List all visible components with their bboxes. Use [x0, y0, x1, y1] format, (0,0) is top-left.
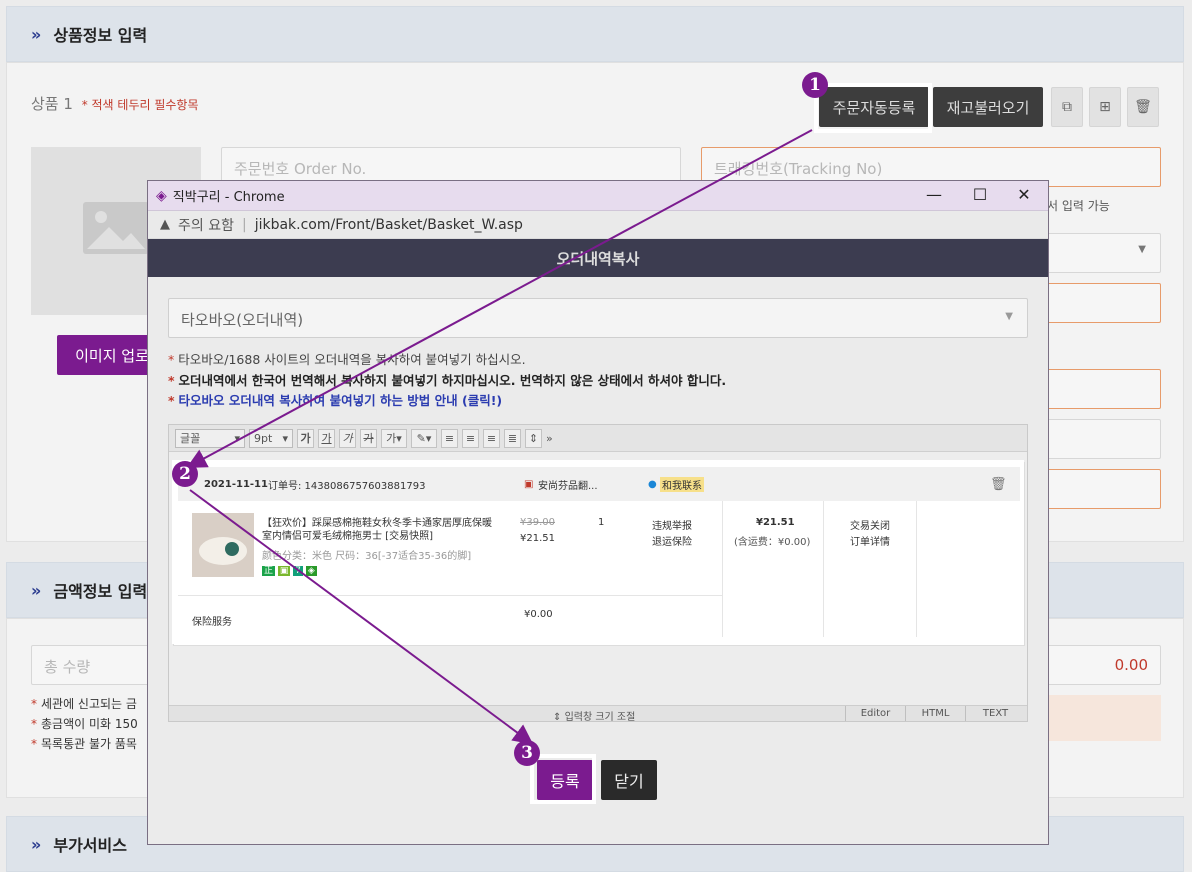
step-1-badge: 1: [802, 72, 828, 98]
chevron-down-icon: ▼: [1138, 244, 1146, 255]
amount-note-1: * 세관에 신고되는 금: [31, 697, 137, 711]
chevron-down-icon: ▼: [1005, 311, 1013, 322]
line-height-icon[interactable]: ⇕: [525, 428, 542, 448]
close-icon[interactable]: ✕: [1014, 185, 1034, 204]
url-text: jikbak.com/Front/Basket/Basket_W.asp: [254, 216, 523, 233]
amount-note-2: * 총금액이 미화 150: [31, 717, 138, 731]
product-label: 상품 1 * 적색 테두리 필수항목: [31, 95, 199, 113]
align-right-icon[interactable]: ≡: [483, 428, 500, 448]
amount-notice-box: [1047, 695, 1161, 741]
minimize-icon[interactable]: —: [924, 185, 944, 204]
italic-button[interactable]: 가: [339, 428, 356, 448]
maximize-icon[interactable]: ☐: [970, 185, 990, 204]
highlight-button[interactable]: ✎▾: [411, 428, 437, 448]
close-button[interactable]: 닫기: [601, 760, 657, 800]
highlight-frame-submit: [530, 754, 596, 804]
font-select[interactable]: 글꼴 ▾: [175, 428, 245, 448]
source-select[interactable]: 타오바오(오더내역) ▼: [168, 298, 1028, 338]
underline-button[interactable]: 가: [318, 428, 335, 448]
warning-icon: ▲: [160, 217, 170, 232]
highlight-frame-auto-order: [814, 83, 932, 133]
size-select[interactable]: 9pt ▾: [249, 428, 293, 448]
note-copy-paste: * 타오바오/1688 사이트의 오더내역을 복사하여 붙여넣기 하십시오.: [168, 352, 526, 367]
font-color-button[interactable]: 가▾: [381, 428, 407, 448]
step-3-badge: 3: [514, 740, 540, 766]
security-label: 주의 요함: [178, 217, 234, 234]
section-header-product-info: » 상품정보 입력: [6, 6, 1184, 62]
input-field-4[interactable]: [1047, 469, 1161, 509]
section-title: 부가서비스: [53, 836, 127, 855]
section-title: 금액정보 입력: [53, 582, 148, 601]
app-icon: ◈: [156, 187, 167, 204]
add-icon[interactable]: ⊞: [1089, 87, 1121, 127]
editor-toolbar: 글꼴 ▾ 9pt ▾ 가 가 가 가 가▾ ✎▾ ≡ ≡ ≡ ≣ ⇕ »: [169, 425, 1027, 452]
more-icon[interactable]: »: [546, 432, 553, 445]
tab-html[interactable]: HTML: [905, 706, 965, 721]
copy-icon[interactable]: ⧉: [1051, 87, 1083, 127]
tracking-hint: 서 입력 가능: [1047, 199, 1110, 213]
strike-button[interactable]: 가: [360, 428, 377, 448]
tab-editor[interactable]: Editor: [845, 706, 905, 721]
align-justify-icon[interactable]: ≣: [504, 428, 521, 448]
input-field-3[interactable]: [1047, 419, 1161, 459]
bold-button[interactable]: 가: [297, 428, 314, 448]
address-bar[interactable]: ▲ 주의 요함 | jikbak.com/Front/Basket/Basket…: [148, 211, 1048, 239]
step-2-badge: 2: [172, 461, 198, 487]
input-field-1[interactable]: [1047, 283, 1161, 323]
align-left-icon[interactable]: ≡: [441, 428, 458, 448]
double-chevron-icon: »: [31, 24, 41, 44]
amount-note-3: * 목록통관 불가 품목: [31, 737, 137, 751]
note-no-translate: * 오더내역에서 한국어 번역해서 복사하지 붙여넣기 하지마십시오. 번역하지 …: [168, 373, 727, 388]
guide-link[interactable]: * 타오바오 오더내역 복사하여 붙여넣기 하는 방법 안내 (클릭!): [168, 390, 502, 409]
editor-footer: ⇕ 입력창 크기 조절 Editor HTML TEXT: [169, 705, 1027, 723]
double-chevron-icon: »: [31, 580, 41, 600]
reload-stock-button[interactable]: 재고불러오기: [933, 87, 1043, 127]
tab-text[interactable]: TEXT: [965, 706, 1025, 721]
popup-header: 오더내역복사: [148, 239, 1048, 277]
section-title: 상품정보 입력: [53, 26, 148, 45]
total-amount-field: 0.00: [1047, 645, 1161, 685]
trash-icon[interactable]: 🗑: [1127, 87, 1159, 127]
highlight-frame-order: [172, 460, 1024, 644]
window-title: 직박구리 - Chrome: [172, 190, 285, 205]
input-field-2[interactable]: [1047, 369, 1161, 409]
required-note: * 적색 테두리 필수항목: [81, 98, 199, 112]
window-titlebar: ◈ 직박구리 - Chrome — ☐ ✕: [148, 181, 1048, 211]
select-dropdown[interactable]: ▼: [1047, 233, 1161, 273]
align-center-icon[interactable]: ≡: [462, 428, 479, 448]
resize-handle[interactable]: ⇕ 입력창 크기 조절: [553, 708, 635, 723]
